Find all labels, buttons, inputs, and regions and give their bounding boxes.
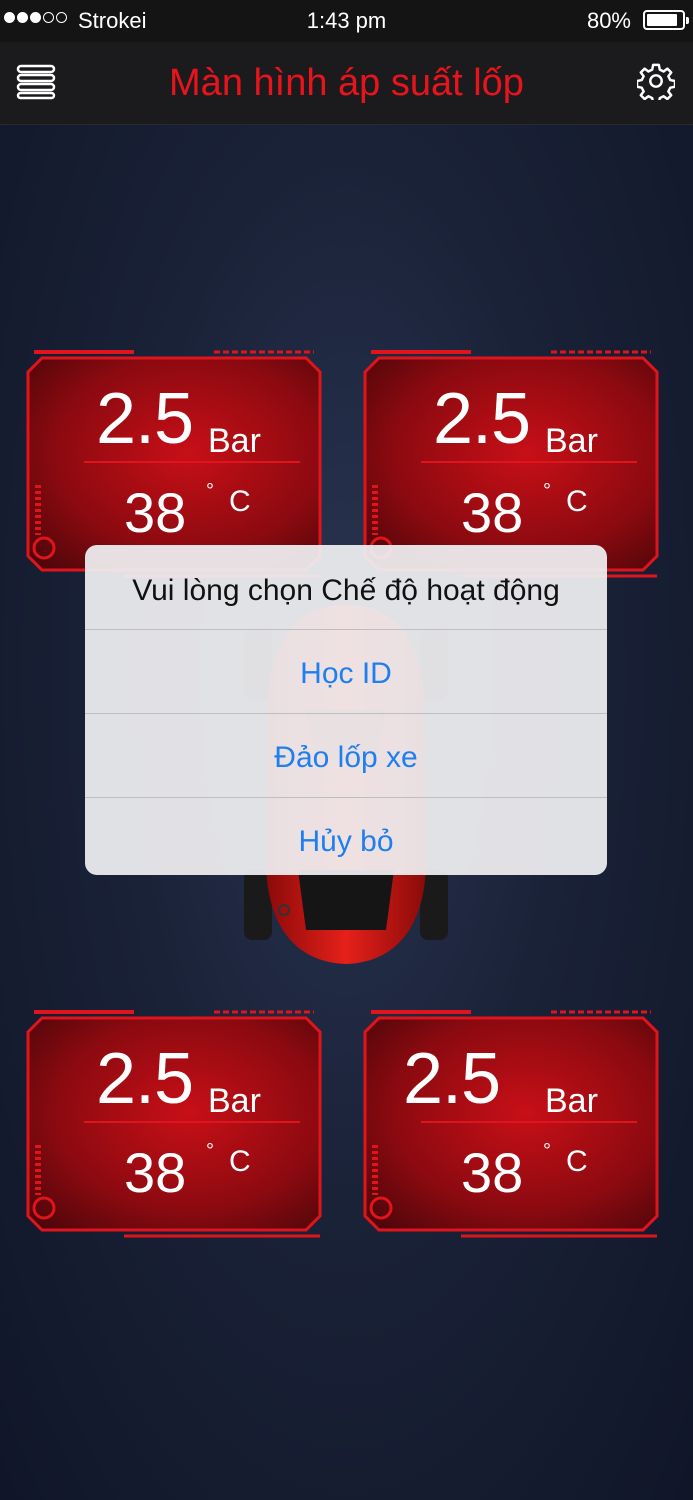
status-bar: Strokei 1:43 pm 80%	[0, 0, 693, 42]
gear-icon[interactable]	[637, 62, 675, 100]
operation-mode-dialog: Vui lòng chọn Chế độ hoạt động Học ID Đả…	[85, 545, 607, 875]
tire-pressure-value: 2.5	[96, 379, 194, 459]
degree-symbol: °	[543, 1140, 551, 1162]
tire-rotation-button[interactable]: Đảo lốp xe	[85, 714, 607, 798]
tire-pressure-unit: Bar	[545, 1082, 598, 1120]
learn-id-button[interactable]: Học ID	[85, 630, 607, 714]
tire-pressure-unit: Bar	[208, 422, 261, 460]
tire-temperature-value: 38	[461, 481, 524, 544]
tire-pressure-unit: Bar	[208, 1082, 261, 1120]
battery-percentage: 80%	[586, 8, 631, 33]
tire-card-rear-left[interactable]: 2.5 Bar 38 ° C	[24, 1010, 324, 1240]
degree-symbol: °	[206, 480, 214, 502]
tire-card-rear-right[interactable]: 2.5 Bar 38 ° C	[361, 1010, 661, 1240]
tire-temperature-value: 38	[461, 1141, 524, 1204]
tire-temperature-unit: C	[566, 485, 588, 518]
tire-temperature-value: 38	[124, 481, 187, 544]
tire-pressure-value: 2.5	[96, 1039, 194, 1119]
cancel-button[interactable]: Hủy bỏ	[85, 798, 607, 875]
dialog-title: Vui lòng chọn Chế độ hoạt động	[85, 545, 607, 630]
tire-temperature-value: 38	[124, 1141, 187, 1204]
tire-temperature-unit: C	[566, 1145, 588, 1178]
tire-temperature-unit: C	[229, 1145, 251, 1178]
degree-symbol: °	[206, 1140, 214, 1162]
tire-pressure-unit: Bar	[545, 422, 598, 460]
tire-pressure-value: 2.5	[433, 379, 531, 459]
degree-symbol: °	[543, 480, 551, 502]
tire-temperature-unit: C	[229, 485, 251, 518]
battery-icon	[643, 10, 689, 30]
nav-bar: Màn hình áp suất lốp	[0, 42, 693, 125]
page-title: Màn hình áp suất lốp	[169, 62, 524, 104]
tire-pressure-value: 2.5	[403, 1039, 501, 1119]
